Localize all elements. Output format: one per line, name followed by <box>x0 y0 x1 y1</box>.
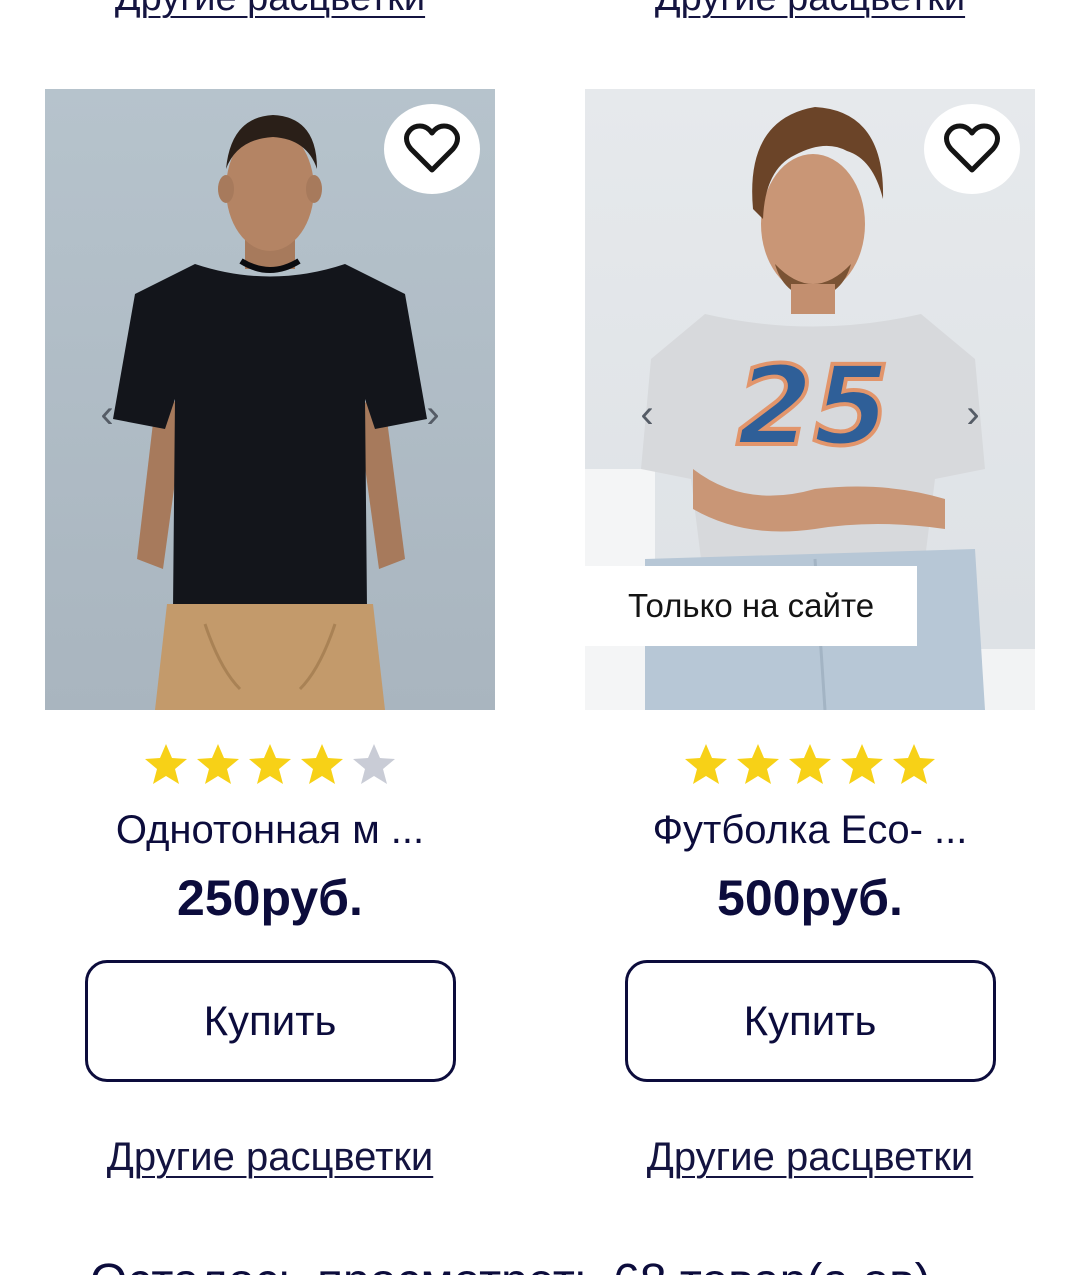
star-icon <box>299 742 345 790</box>
add-to-favorites-button[interactable] <box>924 104 1020 194</box>
star-icon <box>839 742 885 790</box>
product-image[interactable]: 25 ‹ › Только на сайте <box>585 89 1035 710</box>
other-colors-link[interactable]: Другие расцветки <box>585 1134 1035 1180</box>
add-to-favorites-button[interactable] <box>384 104 480 194</box>
product-title[interactable]: Футболка Eco- ... <box>585 806 1035 854</box>
other-colors-link-prev-left[interactable]: Другие расцветки <box>45 0 495 18</box>
remaining-items-text: Осталось просмотреть 68 товар(а,ов) <box>90 1258 931 1275</box>
svg-text:25: 25 <box>736 342 889 470</box>
product-title[interactable]: Однотонная м ... <box>45 806 495 854</box>
star-icon <box>143 742 189 790</box>
next-image-arrow-icon[interactable]: › <box>953 389 993 439</box>
rating-stars <box>45 742 495 790</box>
product-card[interactable]: ‹ › Однотонная м ... 250руб. Купить Друг… <box>45 89 495 1180</box>
product-image[interactable]: ‹ › <box>45 89 495 710</box>
star-icon <box>247 742 293 790</box>
star-icon <box>891 742 937 790</box>
buy-button[interactable]: Купить <box>624 960 996 1082</box>
prev-image-arrow-icon[interactable]: ‹ <box>627 389 667 439</box>
product-price: 500руб. <box>717 870 903 926</box>
product-price: 250руб. <box>177 870 363 926</box>
star-icon <box>735 742 781 790</box>
rating-stars <box>585 742 1035 790</box>
star-icon <box>787 742 833 790</box>
next-image-arrow-icon[interactable]: › <box>413 389 453 439</box>
other-colors-link[interactable]: Другие расцветки <box>45 1134 495 1180</box>
buy-button[interactable]: Купить <box>84 960 456 1082</box>
product-listing-page: Другие расцветки Другие расцветки <box>0 0 1080 1275</box>
star-empty-icon <box>351 742 397 790</box>
prev-image-arrow-icon[interactable]: ‹ <box>87 389 127 439</box>
heart-icon <box>404 123 460 173</box>
star-icon <box>683 742 729 790</box>
online-only-badge: Только на сайте <box>585 566 917 646</box>
star-icon <box>195 742 241 790</box>
product-card[interactable]: 25 ‹ › Только на сайте Футболка Eco- ...… <box>585 89 1035 1180</box>
heart-icon <box>944 123 1000 173</box>
other-colors-link-prev-right[interactable]: Другие расцветки <box>585 0 1035 18</box>
